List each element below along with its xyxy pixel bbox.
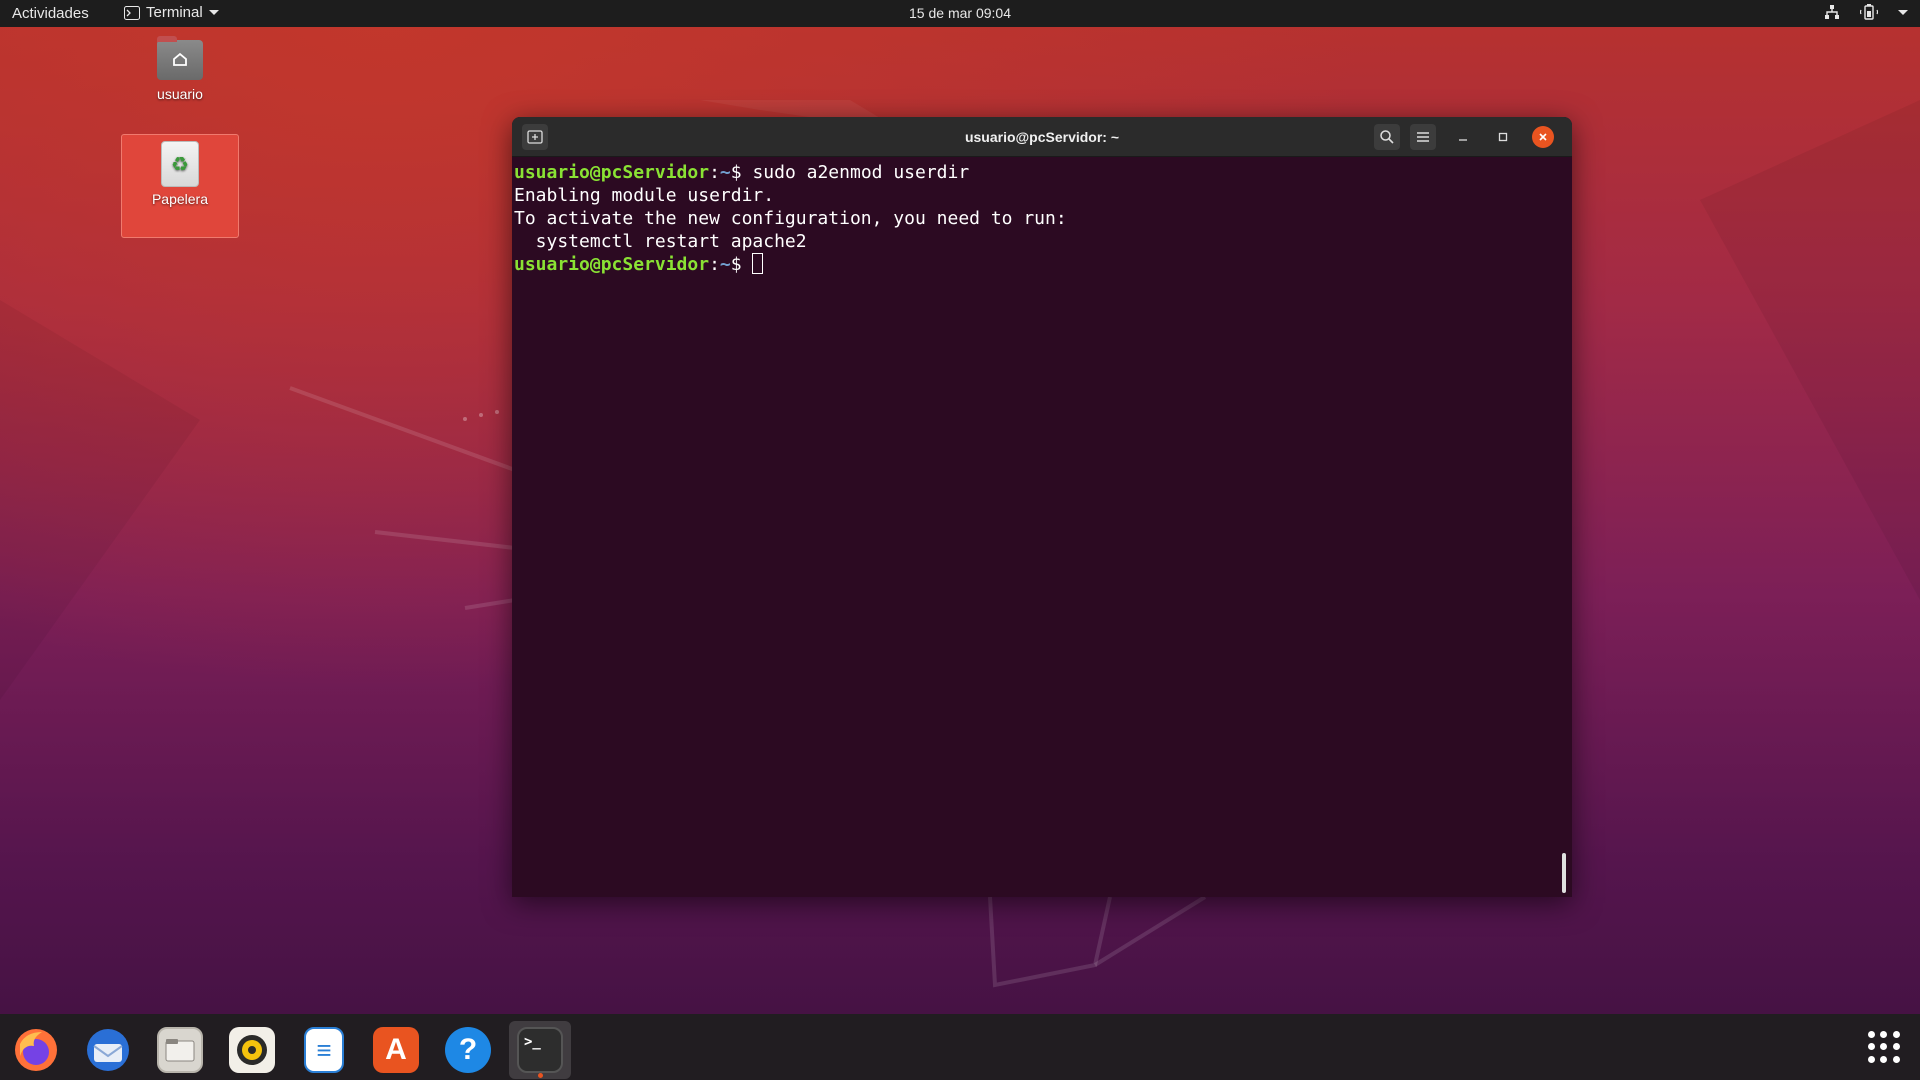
terminal-line: To activate the new configuration, you n… xyxy=(514,208,1067,229)
terminal-line: Enabling module userdir. xyxy=(514,185,775,206)
desktop-icon-label: Papelera xyxy=(151,191,209,207)
text-cursor xyxy=(752,253,764,274)
battery-icon xyxy=(1860,4,1878,20)
dock-app-terminal[interactable]: >_ xyxy=(509,1021,571,1079)
app-menu[interactable]: Terminal xyxy=(124,4,219,21)
prompt-symbol: $ xyxy=(730,162,742,183)
thunderbird-icon xyxy=(87,1029,129,1071)
new-tab-button[interactable] xyxy=(522,124,548,150)
prompt-path: ~ xyxy=(719,162,731,183)
clock[interactable]: 15 de mar 09:04 xyxy=(909,5,1011,21)
prompt-separator: : xyxy=(709,254,720,275)
activities-button[interactable]: Actividades xyxy=(12,5,89,22)
desktop-icon-trash[interactable]: ♻ Papelera xyxy=(121,134,239,238)
dock-app-files[interactable] xyxy=(149,1021,211,1079)
dock-app-help[interactable]: ? xyxy=(437,1021,499,1079)
maximize-button[interactable] xyxy=(1490,124,1516,150)
terminal-icon: >_ xyxy=(517,1027,563,1073)
terminal-window[interactable]: usuario@pcServidor: ~ usuario@pcServidor… xyxy=(512,117,1572,897)
terminal-output[interactable]: usuario@pcServidor:~$ sudo a2enmod userd… xyxy=(512,157,1572,280)
menu-button[interactable] xyxy=(1410,124,1436,150)
show-applications-button[interactable] xyxy=(1868,1031,1900,1063)
prompt-path: ~ xyxy=(719,254,731,275)
dock-app-thunderbird[interactable] xyxy=(77,1021,139,1079)
terminal-line: usuario@pcServidor:~$ xyxy=(514,253,1570,276)
desktop-icon-label: usuario xyxy=(157,86,203,102)
desktop-icon-home[interactable]: usuario xyxy=(121,36,239,106)
dock-app-rhythmbox[interactable] xyxy=(221,1021,283,1079)
chevron-down-icon xyxy=(208,10,219,15)
running-indicator xyxy=(538,1073,543,1078)
writer-icon: ≡ xyxy=(304,1027,344,1073)
prompt-user: usuario@pcServidor xyxy=(514,254,710,275)
search-icon xyxy=(1380,130,1394,144)
dock-app-writer[interactable]: ≡ xyxy=(293,1021,355,1079)
firefox-icon xyxy=(15,1029,57,1071)
dock-app-firefox[interactable] xyxy=(5,1021,67,1079)
prompt-separator: : xyxy=(709,162,720,183)
window-titlebar[interactable]: usuario@pcServidor: ~ xyxy=(512,117,1572,157)
minimize-button[interactable] xyxy=(1450,124,1476,150)
home-folder-icon xyxy=(157,36,203,80)
close-icon xyxy=(1539,133,1547,141)
terminal-icon xyxy=(124,5,140,20)
hamburger-icon xyxy=(1417,132,1429,142)
top-bar: Actividades Terminal 15 de mar 09:04 xyxy=(0,0,1920,27)
scrollbar-thumb[interactable] xyxy=(1562,853,1566,893)
dock: ≡ A ? >_ xyxy=(0,1014,1920,1080)
system-tray[interactable] xyxy=(1824,4,1908,20)
app-menu-label: Terminal xyxy=(146,4,203,21)
network-icon xyxy=(1825,5,1839,19)
prompt-user: usuario@pcServidor xyxy=(514,162,710,183)
files-icon xyxy=(157,1027,203,1073)
trash-icon: ♻ xyxy=(161,141,199,187)
dock-app-software[interactable]: A xyxy=(365,1021,427,1079)
software-icon: A xyxy=(373,1027,419,1073)
maximize-icon xyxy=(1498,132,1508,142)
chevron-down-icon xyxy=(1898,9,1908,15)
close-button[interactable] xyxy=(1532,126,1554,148)
rhythmbox-icon xyxy=(229,1027,275,1073)
help-icon: ? xyxy=(445,1027,491,1073)
prompt-symbol: $ xyxy=(730,254,742,275)
command-text: sudo a2enmod userdir xyxy=(741,162,970,183)
minimize-icon xyxy=(1459,139,1467,141)
new-tab-icon xyxy=(527,130,543,144)
terminal-line: systemctl restart apache2 xyxy=(514,231,807,252)
search-button[interactable] xyxy=(1374,124,1400,150)
terminal-line: usuario@pcServidor:~$ sudo a2enmod userd… xyxy=(514,161,1570,184)
